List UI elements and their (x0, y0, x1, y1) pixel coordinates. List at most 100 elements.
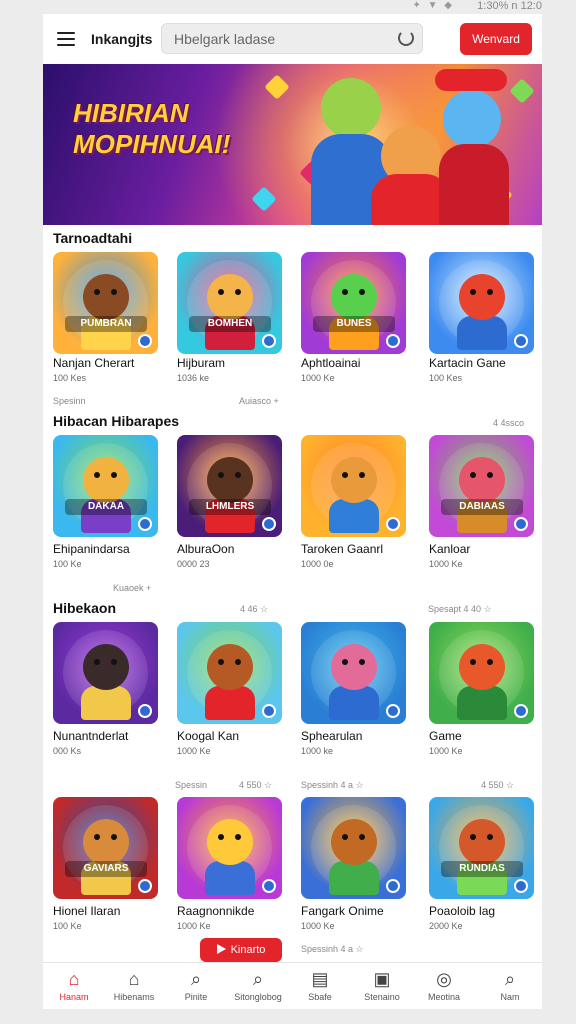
nav-item[interactable]: ⌂ Hanam (43, 969, 105, 1002)
game-title[interactable]: Taroken Gaanrl (301, 542, 419, 556)
hamburger-menu-icon[interactable] (57, 32, 75, 46)
character-face-icon (331, 457, 377, 503)
section-meta: 4 4ssco (493, 418, 525, 428)
section-meta: 4 550 ☆ (239, 780, 273, 790)
verified-badge-icon (514, 879, 528, 893)
nav-item[interactable]: ⌕ Nam (479, 969, 541, 1002)
game-title[interactable]: Kanloar (429, 542, 542, 556)
game-tile[interactable]: GAVIARS (53, 797, 158, 899)
game-tile[interactable] (301, 622, 406, 724)
game-title[interactable]: Raagnonnikde (177, 904, 295, 918)
search-icon: ⌕ (252, 969, 264, 989)
game-title[interactable]: Koogal Kan (177, 729, 295, 743)
game-tile[interactable] (301, 797, 406, 899)
game-title[interactable]: Sphearulan (301, 729, 419, 743)
game-tile[interactable]: DABIAAS (429, 435, 534, 537)
section-title: Hibacan Hibarapes (53, 413, 180, 429)
hero-banner[interactable]: HIBIRIAN MOPIHNUAI! (43, 64, 542, 225)
character-face-icon (83, 819, 129, 865)
verified-badge-icon (138, 517, 152, 531)
game-tile[interactable]: LHMLERS (177, 435, 282, 537)
section-meta[interactable]: Kuaoek + (113, 583, 151, 593)
play-floating-button[interactable]: Kinarto (200, 938, 282, 962)
character-body (439, 144, 509, 225)
refresh-icon[interactable] (398, 30, 414, 46)
nav-label: Hanam (59, 992, 89, 1002)
game-logo-text: LHMLERS (189, 499, 271, 515)
game-tile[interactable] (177, 622, 282, 724)
game-subtitle: 100 Kes (53, 373, 87, 383)
nav-item[interactable]: ⌕ Pinite (165, 969, 227, 1002)
nav-label: Pinite (184, 992, 208, 1002)
character-body (457, 316, 507, 350)
game-tile[interactable]: DAKAA (53, 435, 158, 537)
game-subtitle: 000 Ks (53, 746, 82, 756)
section-title: Hibekaon (53, 600, 117, 616)
game-tile[interactable] (177, 797, 282, 899)
character-face-icon (83, 457, 129, 503)
document-icon: ▤ (311, 969, 329, 989)
character-face-icon (207, 644, 253, 690)
game-subtitle: 1000 Ke (177, 921, 211, 931)
game-tile[interactable]: RUNDIAS (429, 797, 534, 899)
game-tile[interactable]: BUNES (301, 252, 406, 354)
verified-badge-icon (386, 334, 400, 348)
search-input[interactable]: Hbelgark ladase (161, 23, 423, 54)
character-body (457, 686, 507, 720)
verified-badge-icon (138, 879, 152, 893)
status-icons: ✦ ▼ ◆ (412, 0, 454, 11)
game-subtitle: 1000 ke (301, 746, 334, 756)
verified-badge-icon (514, 334, 528, 348)
game-title[interactable]: Fangark Onime (301, 904, 419, 918)
character-body (81, 686, 131, 720)
game-logo-text: RUNDIAS (441, 861, 523, 877)
verified-badge-icon (262, 704, 276, 718)
character-frog-icon (321, 78, 381, 138)
character-face-icon (459, 274, 505, 320)
nav-item[interactable]: ⌕ Sitonglobog (227, 969, 289, 1002)
game-tile[interactable]: PUMBRAN (53, 252, 158, 354)
home-icon: ⌂ (68, 969, 80, 989)
nav-item[interactable]: ◎ Meotina (413, 969, 475, 1002)
character-body (205, 861, 255, 895)
verified-badge-icon (262, 879, 276, 893)
game-tile[interactable] (53, 622, 158, 724)
game-title[interactable]: Hionel Ilaran (53, 904, 171, 918)
game-tile[interactable] (301, 435, 406, 537)
game-subtitle: 1000 Ke (429, 746, 463, 756)
section-meta[interactable]: Auiasco + (239, 396, 279, 406)
game-title[interactable]: Hijburam (177, 356, 295, 370)
nav-label: Sitonglobog (234, 992, 282, 1002)
nav-item[interactable]: ▤ Sbafe (289, 969, 351, 1002)
verified-badge-icon (514, 704, 528, 718)
game-subtitle: 1036 ke (177, 373, 210, 383)
verified-badge-icon (386, 879, 400, 893)
game-title[interactable]: Nanjan Cherart (53, 356, 171, 370)
game-title[interactable]: Poaoloib lag (429, 904, 542, 918)
game-title[interactable]: Game (429, 729, 542, 743)
character-face-icon (331, 819, 377, 865)
nav-label: Stenaino (364, 992, 400, 1002)
game-title[interactable]: AlburaOon (177, 542, 295, 556)
game-title[interactable]: Ehipanindarsa (53, 542, 171, 556)
game-title[interactable]: Kartacin Gane (429, 356, 542, 370)
gamepad-icon: ◎ (436, 969, 452, 989)
game-title[interactable]: Nunantnderlat (53, 729, 171, 743)
nav-item[interactable]: ▣ Stenaino (351, 969, 413, 1002)
banner-title: HIBIRIAN MOPIHNUAI! (73, 98, 230, 160)
game-subtitle: 1000 Ke (429, 559, 463, 569)
verified-badge-icon (514, 517, 528, 531)
primary-action-button[interactable]: Wenvard (460, 23, 532, 55)
game-subtitle: 0000 23 (177, 559, 210, 569)
floating-button-label: Kinarto (230, 944, 266, 956)
wallet-icon: ▣ (373, 969, 391, 989)
game-subtitle: 1000 Ke (301, 921, 335, 931)
character-body (329, 861, 379, 895)
game-tile[interactable] (429, 252, 534, 354)
game-title[interactable]: Aphtloainai (301, 356, 419, 370)
nav-item[interactable]: ⌂ Hibenams (103, 969, 165, 1002)
game-tile[interactable] (429, 622, 534, 724)
game-tile[interactable]: BOMHEN (177, 252, 282, 354)
character-face-icon (207, 457, 253, 503)
app-title: Inkangjts (91, 31, 153, 47)
